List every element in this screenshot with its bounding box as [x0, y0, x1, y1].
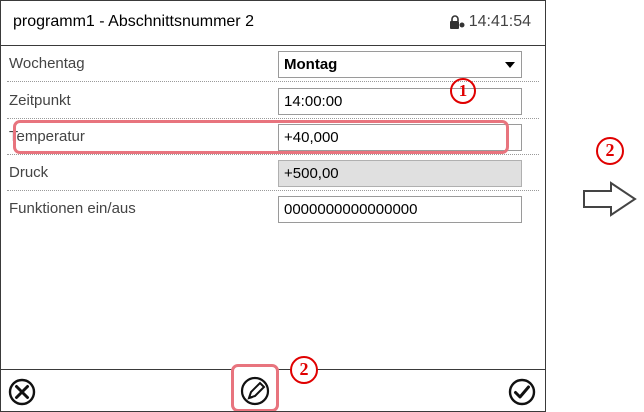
field-label: Zeitpunkt [9, 92, 71, 109]
field-label: Temperatur [9, 128, 85, 145]
row-wochentag: Wochentag Montag [1, 46, 545, 82]
field-label: Druck [9, 164, 49, 181]
checkmark-icon[interactable] [507, 377, 537, 407]
dropdown-caret-icon [505, 62, 515, 68]
time-input[interactable]: 14:00:00 [278, 88, 522, 115]
lock-icon [449, 15, 465, 29]
time-display: 14:41:54 [468, 13, 531, 30]
weekday-dropdown[interactable]: Montag [278, 51, 522, 78]
arrow-right-icon [583, 181, 637, 217]
cancel-icon[interactable] [7, 377, 37, 407]
field-label: Wochentag [9, 55, 85, 72]
row-funktionen: Funktionen ein/aus 0000000000000000 [1, 191, 545, 227]
callout-marker-1: 1 [450, 78, 476, 104]
header-bar: programm1 - Abschnittsnummer 2 14:41:54 [1, 1, 545, 46]
page-title: programm1 - Abschnittsnummer 2 [13, 13, 254, 30]
program-section-screen: programm1 - Abschnittsnummer 2 14:41:54 … [0, 0, 546, 412]
field-label: Funktionen ein/aus [9, 200, 136, 217]
functions-input[interactable]: 0000000000000000 [278, 196, 522, 223]
row-druck: Druck +500,00 [1, 155, 545, 191]
callout-marker-2-side: 2 [596, 137, 624, 165]
row-temperatur: Temperatur +40,000 [1, 119, 545, 155]
temperature-input[interactable]: +40,000 [278, 124, 522, 151]
pressure-input: +500,00 [278, 160, 522, 187]
footer-toolbar [1, 364, 545, 411]
dropdown-value: Montag [284, 56, 338, 73]
callout-marker-2: 2 [290, 356, 318, 384]
edit-button[interactable] [231, 364, 279, 411]
pencil-icon [240, 376, 270, 406]
status-clock: 14:41:54 [449, 13, 531, 31]
